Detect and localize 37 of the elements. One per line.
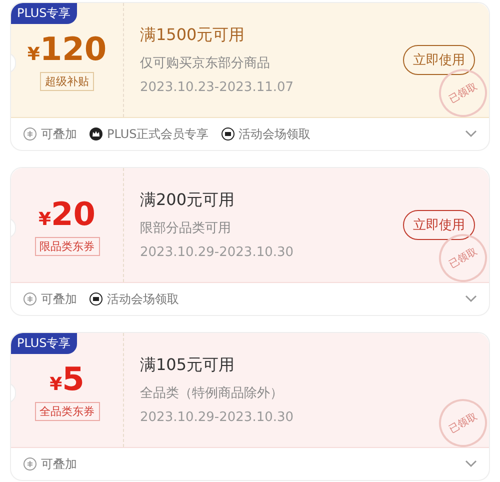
coupon-condition: 满1500元可用 [140,25,245,46]
coupon-tag: 活动会场领取 [238,126,311,142]
coupon-condition: 满105元可用 [140,355,235,376]
coupon-scope: 全品类（特例商品除外） [140,385,283,402]
currency-sign: ¥ [38,208,51,230]
crown-icon [89,127,103,141]
use-now-button[interactable]: 立即使用 [403,45,475,75]
coupon-amount: 120 [40,30,107,68]
coupon-tag: 可叠加 [41,290,77,308]
coupon-scope: 限部分品类可用 [140,220,231,237]
coupon-tag: 活动会场领取 [107,290,179,308]
validity-dates: 2023.10.29-2023.10.30 [140,410,294,425]
ticket-icon [220,127,235,141]
coupon-tag: PLUS正式会员专享 [107,126,209,142]
currency-sign: ¥ [27,44,40,64]
validity-dates: 2023.10.29-2023.10.30 [140,245,294,260]
stack-icon [23,457,37,471]
coupon-condition: 满200元可用 [140,190,235,211]
currency-sign: ¥ [50,374,62,394]
coupon-amount: 20 [51,194,96,232]
chevron-down-icon[interactable] [465,130,477,138]
plus-badge: PLUS专享 [11,333,77,354]
coupon-amount: 5 [62,360,84,398]
stack-icon [23,127,37,141]
coupon-tag: 可叠加 [41,126,77,142]
coupon-scope: 仅可购买京东部分商品 [140,55,270,72]
chevron-down-icon[interactable] [465,460,477,468]
chevron-down-icon[interactable] [465,295,477,303]
plus-badge: PLUS专享 [11,3,77,24]
ticket-icon [89,292,103,306]
coupon-type-label: 超级补贴 [40,72,94,90]
validity-dates: 2023.10.23-2023.11.07 [140,80,294,95]
stack-icon [23,292,37,306]
coupon-tag: 可叠加 [41,456,77,472]
use-now-button[interactable]: 立即使用 [403,210,475,240]
coupon-type-label: 全品类东券 [34,402,100,420]
coupon-type-label: 限品类东券 [34,236,100,256]
